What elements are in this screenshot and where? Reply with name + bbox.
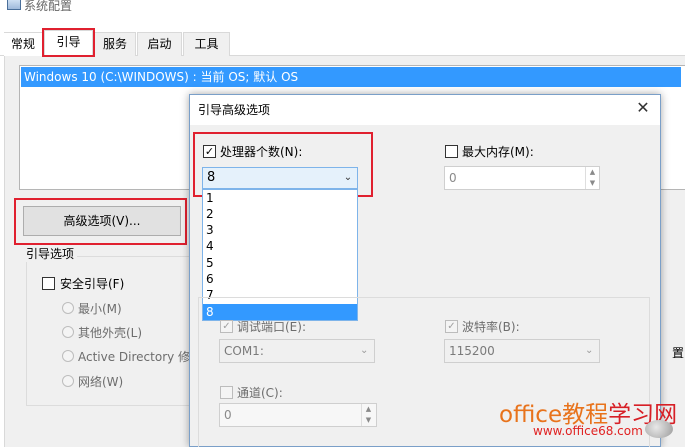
tab-tools[interactable]: 工具 [183,32,230,56]
radio-alternate-shell-label: 其他外壳(L) [78,326,143,340]
debug-port-label: 调试端口(E): [237,320,306,334]
window-title: 系统配置 [24,0,73,13]
tab-startup[interactable]: 启动 [137,32,182,56]
chevron-down-icon[interactable]: ⌄ [340,168,356,188]
title-bar [0,0,685,26]
annotation-box-boot-tab [42,28,95,57]
processor-option[interactable]: 1 [203,190,357,206]
debug-port-select[interactable]: COM1: ⌄ [219,339,375,363]
processor-option[interactable]: 3 [203,222,357,238]
spin-up-icon[interactable]: ▲ [585,167,599,178]
debug-port-checkbox[interactable]: ✓ [220,320,233,333]
chevron-down-icon: ⌄ [360,345,369,356]
spin-down-icon[interactable]: ▼ [361,415,375,426]
processor-option[interactable]: 2 [203,206,357,222]
os-list-item[interactable]: Windows 10 (C:\WINDOWS) : 当前 OS; 默认 OS [21,67,681,87]
radio-active-directory-label: Active Directory 修 [78,350,191,364]
spin-up-icon[interactable]: ▲ [361,404,375,415]
processor-count-select[interactable]: 8 [202,167,358,189]
watermark-url: www.office68.com [533,424,643,438]
watermark-mascot-icon [645,420,673,438]
dialog-title: 引导高级选项 [198,103,271,117]
baud-rate-checkbox[interactable]: ✓ [445,320,458,333]
max-memory-input[interactable]: 0 [444,166,600,190]
safe-boot-label: 安全引导(F) [60,277,125,291]
processor-count-checkbox[interactable]: ✓ [203,145,216,158]
annotation-box-advanced-button [14,198,187,245]
chevron-down-icon: ⌄ [585,345,594,356]
processor-option[interactable]: 6 [203,271,357,287]
radio-network[interactable] [62,375,74,387]
close-icon[interactable]: ✕ [632,97,654,119]
processor-option[interactable]: 5 [203,255,357,271]
channel-input[interactable]: 0 [219,403,377,427]
timeout-label-partial: 置(K) [672,346,685,360]
tab-general[interactable]: 常规 [4,32,43,56]
radio-network-label: 网络(W) [78,375,124,389]
app-icon [7,0,21,10]
max-memory-checkbox[interactable] [445,145,458,158]
max-memory-label: 最大内存(M): [462,145,534,159]
baud-rate-label: 波特率(B): [462,320,520,334]
baud-rate-value: 115200 [449,344,495,358]
safe-boot-checkbox[interactable] [42,277,55,290]
radio-minimal-label: 最小(M) [78,302,122,316]
radio-minimal[interactable] [62,302,74,314]
boot-options-label: 引导选项 [26,245,78,262]
debug-port-value: COM1: [224,344,264,358]
channel-label: 通道(C): [237,386,283,400]
channel-checkbox[interactable] [220,386,233,399]
tab-services[interactable]: 服务 [94,32,136,56]
baud-rate-select[interactable]: 115200 ⌄ [444,339,600,363]
spin-down-icon[interactable]: ▼ [585,178,599,189]
processor-option[interactable]: 4 [203,238,357,254]
radio-alternate-shell[interactable] [62,326,74,338]
radio-active-directory[interactable] [62,350,74,362]
processor-count-label: 处理器个数(N): [220,145,303,159]
